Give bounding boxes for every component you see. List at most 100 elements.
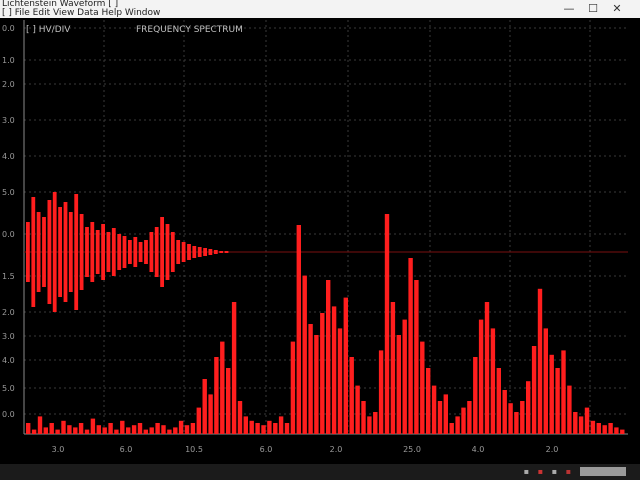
spectrum-bar	[114, 429, 119, 434]
notification-icon[interactable]: ▪	[564, 467, 573, 476]
spectrum-bar	[608, 423, 613, 434]
spectrum-bar	[326, 280, 331, 434]
spectrum-bar	[43, 427, 48, 434]
spectrum-bar	[61, 420, 66, 434]
y-tick-label: 5.0	[2, 384, 15, 393]
spectrum-bar	[96, 425, 101, 434]
spectrum-bar	[373, 412, 378, 434]
spectrum-bar	[502, 390, 507, 434]
y-tick-label: 0.0	[2, 230, 15, 239]
spectrum-bar	[343, 297, 348, 434]
spectrum-bar	[337, 328, 343, 434]
waveform-bar	[52, 192, 57, 312]
waveform-bar	[42, 217, 46, 287]
waveform-bar	[149, 232, 154, 272]
spectrum-bar	[78, 423, 84, 434]
spectrum-bar	[461, 407, 466, 434]
spectrum-bar	[426, 368, 431, 434]
waveform-bar	[47, 200, 52, 304]
minimize-button[interactable]: —	[558, 0, 580, 18]
maximize-button[interactable]: ☐	[582, 0, 604, 18]
y-tick-label: 2.0	[2, 80, 15, 89]
clock-block[interactable]	[580, 467, 626, 476]
spectrum-bar	[573, 412, 578, 434]
waveform-bar	[63, 202, 68, 302]
waveform-bar	[90, 222, 95, 282]
spectrum-bar	[484, 302, 490, 434]
y-tick-label: 3.0	[2, 116, 15, 125]
x-tick-label: 6.0	[120, 445, 133, 454]
volume-icon[interactable]: ▪	[536, 467, 545, 476]
network-icon[interactable]: ▪	[522, 467, 531, 476]
waveform-bar	[138, 242, 143, 262]
spectrum-bar	[584, 407, 590, 434]
spectrum-bar	[290, 341, 296, 434]
spectrum-bar	[137, 423, 143, 434]
spectrum-bar	[367, 416, 372, 434]
spectrum-bar	[226, 368, 231, 434]
spectrum-bar	[278, 416, 284, 434]
x-tick-label: 25.0	[403, 445, 421, 454]
spectrum-bar	[490, 328, 496, 434]
spectrum-bar	[302, 275, 307, 434]
spectrum-bar	[131, 425, 137, 434]
spectrum-bar	[308, 324, 313, 434]
spectrum-bar	[496, 368, 501, 434]
spectrum-bar	[84, 429, 90, 434]
waveform-bar	[58, 207, 62, 297]
x-tick-label: 10.5	[185, 445, 203, 454]
y-tick-label: 0.0	[2, 410, 15, 419]
spectrum-bar	[449, 423, 454, 434]
spectrum-bar	[202, 379, 207, 434]
x-tick-label: 6.0	[260, 445, 273, 454]
close-button[interactable]: ✕	[606, 0, 628, 18]
y-tick-label: 1.0	[2, 56, 15, 65]
y-tick-label: 3.0	[2, 332, 15, 341]
battery-icon[interactable]: ▪	[550, 467, 559, 476]
y-tick-label: 0.0	[2, 24, 15, 33]
spectrum-bar	[120, 420, 125, 434]
spectrum-bar	[602, 425, 607, 434]
spectrum-bar	[331, 306, 337, 434]
waveform-bar	[128, 240, 132, 264]
waveform-bar	[85, 227, 89, 277]
x-tick-label: 3.0	[52, 445, 65, 454]
spectrum-bar	[396, 335, 401, 434]
spectrum-bar	[26, 423, 31, 434]
spectrum-bar	[196, 407, 201, 434]
spectrum-bar	[620, 429, 625, 434]
spectrum-bar	[90, 418, 96, 434]
y-tick-label: 4.0	[2, 356, 15, 365]
spectrum-bar	[549, 354, 554, 434]
waveform-bar	[106, 232, 111, 272]
spectrum-bar	[237, 401, 243, 434]
plot-area[interactable]: 0.0 1.0 2.0 3.0 4.0 5.0 0.0 1.5 2.0 3.0 4.0 5.0 0.0 3…	[0, 18, 640, 464]
waveform-bar	[213, 250, 218, 254]
spectrum-bar	[67, 425, 72, 434]
spectrum-bar	[261, 425, 266, 434]
spectrum-bar	[431, 385, 437, 434]
waveform-bar	[101, 224, 105, 280]
spectrum-bar	[267, 420, 272, 434]
spectrum-bar	[355, 385, 360, 434]
waveform-bar	[95, 230, 100, 274]
waveform-bar	[160, 217, 164, 287]
spectrum-bar	[596, 423, 601, 434]
waveform-bar	[187, 244, 191, 260]
spectrum-bar	[555, 368, 560, 434]
spectrum-bar	[390, 302, 396, 434]
spectrum-bar	[108, 423, 113, 434]
taskbar: ▪ ▪ ▪ ▪	[0, 464, 640, 480]
spectrum-bar	[208, 394, 213, 434]
spectrum-bar	[420, 341, 425, 434]
spectrum-bar	[173, 427, 178, 434]
spectrum-bar	[273, 423, 278, 434]
spectrum-bar	[443, 394, 448, 434]
spectrum-bar	[349, 357, 354, 434]
spectrum-bar	[49, 423, 54, 434]
y-tick-label: 2.0	[2, 308, 15, 317]
menu-bar[interactable]: [ ] File Edit View Data Help Window	[2, 9, 160, 18]
spectrum-bar	[143, 429, 148, 434]
spectrum-bar	[190, 423, 196, 434]
spectrum-bar	[184, 425, 190, 434]
